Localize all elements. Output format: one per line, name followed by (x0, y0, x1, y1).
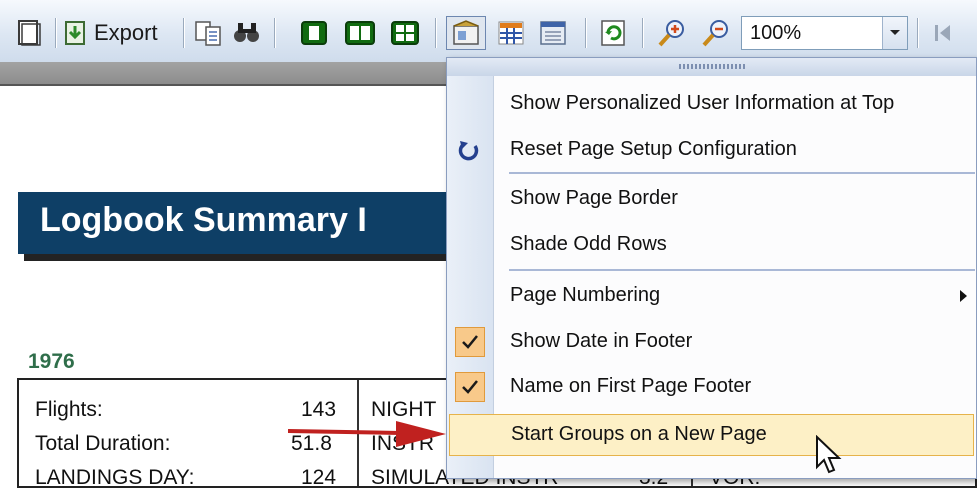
menu-item-shade-odd-rows[interactable]: Shade Odd Rows (447, 225, 976, 265)
submenu-arrow-icon (960, 290, 967, 302)
refresh-icon[interactable] (596, 16, 630, 50)
page-setup-icon[interactable] (14, 16, 44, 50)
menu-item-reset-page-setup[interactable]: Reset Page Setup Configuration (447, 130, 976, 170)
annotation-arrow-icon (287, 420, 448, 455)
menu-item-start-groups-new-page[interactable]: Start Groups on a New Page (449, 414, 974, 456)
export-button[interactable]: Export (64, 16, 174, 50)
options-icon[interactable] (446, 16, 486, 50)
menu-separator (509, 269, 975, 271)
table-cell-label: Flights: (35, 398, 103, 421)
export-icon (64, 20, 88, 46)
table-cell-label: LANDINGS DAY: (35, 466, 195, 488)
report-title-box: Logbook Summary I (18, 192, 488, 254)
zoom-out-icon[interactable] (698, 16, 734, 50)
year-heading: 1976 (28, 350, 75, 373)
zoom-select[interactable]: 100% (741, 16, 908, 50)
table-cell-label: Total Duration: (35, 432, 171, 455)
copy-icon[interactable] (192, 16, 226, 50)
four-pages-icon[interactable] (388, 16, 422, 50)
menu-item-show-date-footer[interactable]: Show Date in Footer (447, 322, 976, 362)
menu-item-show-user-info[interactable]: Show Personalized User Information at To… (447, 84, 976, 124)
find-icon[interactable] (230, 16, 264, 50)
menu-item-label: Show Date in Footer (510, 330, 693, 352)
zoom-in-icon[interactable] (654, 16, 690, 50)
checkmark-icon (455, 327, 485, 357)
report-title: Logbook Summary I (40, 201, 367, 239)
menu-item-label: Show Personalized User Information at To… (510, 92, 895, 114)
one-page-icon[interactable] (298, 16, 330, 50)
menu-item-label: Start Groups on a New Page (511, 423, 767, 445)
reset-icon (457, 138, 481, 167)
checkmark-icon (455, 372, 485, 402)
export-label: Export (94, 20, 158, 45)
zoom-value: 100% (750, 22, 802, 44)
table-cell-value: 143 (301, 398, 337, 421)
menu-item-name-first-page-footer[interactable]: Name on First Page Footer (447, 367, 976, 407)
table-cell-next: NIGHT (371, 398, 437, 421)
menu-separator (509, 172, 975, 174)
menu-item-label: Shade Odd Rows (510, 233, 667, 255)
menu-grip-handle[interactable] (447, 58, 976, 76)
page-options-menu: Show Personalized User Information at To… (446, 57, 977, 479)
menu-item-label: Name on First Page Footer (510, 375, 752, 397)
menu-item-show-page-border[interactable]: Show Page Border (447, 179, 976, 219)
window-icon[interactable] (536, 16, 570, 50)
two-pages-icon[interactable] (342, 16, 378, 50)
chevron-down-icon[interactable] (882, 17, 907, 49)
first-page-icon[interactable] (928, 16, 958, 50)
menu-item-label: Page Numbering (510, 284, 661, 306)
mouse-cursor-icon (815, 434, 845, 480)
table-cell-value: 124 (301, 466, 337, 488)
report-toolbar: Export 100% (0, 0, 977, 63)
menu-item-label: Show Page Border (510, 187, 678, 209)
menu-item-page-numbering[interactable]: Page Numbering (447, 276, 976, 316)
grid-icon[interactable] (494, 16, 528, 50)
menu-item-label: Reset Page Setup Configuration (510, 138, 797, 160)
